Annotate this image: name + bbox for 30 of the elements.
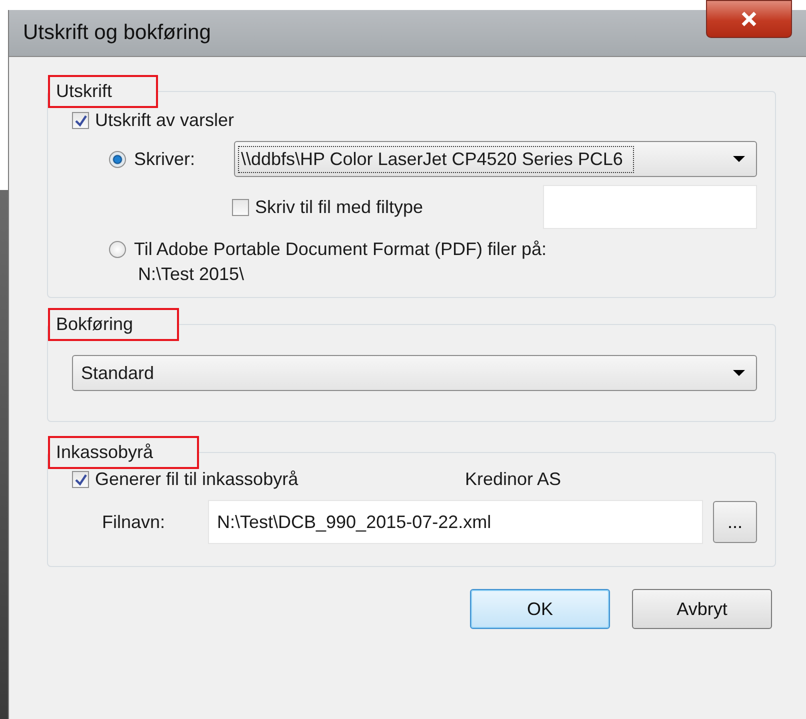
checkbox-label: Skriv til fil med filtype	[255, 196, 424, 218]
window-title: Utskrift og bokføring	[23, 21, 211, 45]
close-button[interactable]	[706, 0, 792, 38]
checkbox[interactable]	[72, 471, 89, 488]
file-type-field[interactable]	[543, 185, 757, 229]
group-title: Bokføring	[48, 308, 180, 341]
dropdown-arrow-icon	[732, 369, 746, 377]
pdf-path: N:\Test 2015\	[138, 264, 246, 285]
radio-button[interactable]	[109, 150, 126, 168]
cancel-button[interactable]: Avbryt	[632, 589, 772, 629]
checkbox-label: Generer fil til inkassobyrå	[95, 469, 300, 490]
radio-button[interactable]	[109, 241, 126, 258]
field-label: Filnavn:	[102, 512, 166, 532]
radio-label: Til Adobe Portable Document Format (PDF) filer på:	[134, 239, 546, 260]
checkbox-label: Utskrift av varsler	[95, 110, 234, 131]
checkbox[interactable]	[72, 112, 89, 129]
posting-dropdown[interactable]: Standard	[72, 355, 757, 391]
ok-button[interactable]: OK	[470, 589, 610, 629]
dropdown-value: \\ddbfs\HP Color LaserJet CP4520 Series PCL6	[239, 146, 633, 172]
radio-label: Skriver:	[134, 148, 196, 170]
filename-field[interactable]: N:\Test\DCB_990_2015-07-22.xml	[208, 500, 703, 544]
dropdown-value: Standard	[81, 362, 154, 384]
printer-dropdown[interactable]: \\ddbfs\HP Color LaserJet CP4520 Series PCL6	[234, 141, 757, 177]
checkbox[interactable]	[232, 198, 249, 216]
group-title: Utskrift	[48, 75, 158, 108]
group-title: Inkassobyrå	[48, 436, 200, 469]
browse-button[interactable]: ...	[713, 501, 757, 543]
dropdown-arrow-icon	[732, 155, 746, 163]
close-icon	[740, 11, 758, 27]
agency-name: Kredinor AS	[465, 469, 562, 490]
